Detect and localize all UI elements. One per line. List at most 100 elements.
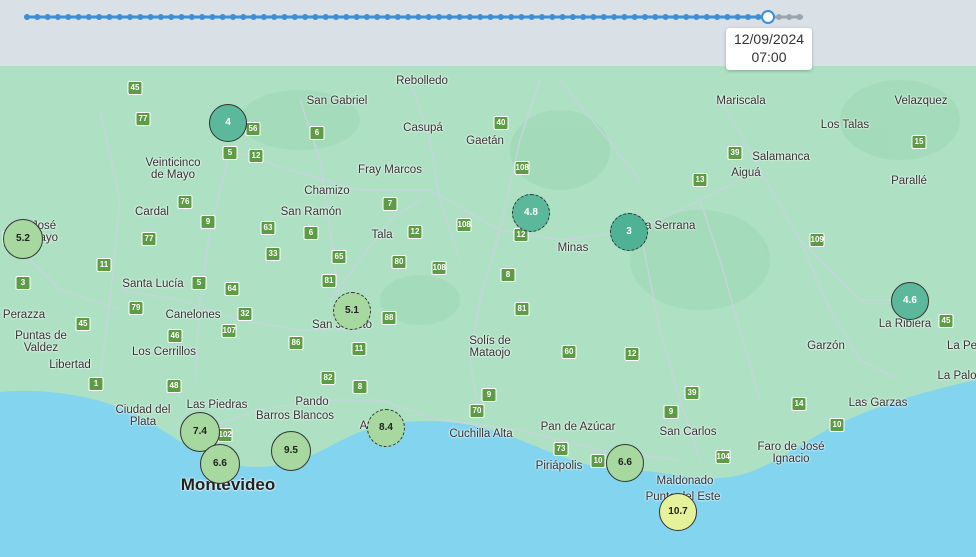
timeline-tick[interactable]	[714, 14, 721, 20]
route-shield: 5	[191, 276, 207, 290]
timeline-tick[interactable]	[456, 14, 463, 20]
timeline-tick[interactable]	[271, 14, 278, 20]
timeline-tick[interactable]	[693, 14, 700, 20]
timeline-tick[interactable]	[745, 14, 751, 20]
timeline-tick[interactable]	[199, 14, 206, 20]
timeline-tick[interactable]	[600, 14, 607, 20]
data-marker[interactable]: 5.1	[333, 292, 371, 330]
timeline-tick[interactable]	[734, 14, 741, 20]
timeline-tick[interactable]	[539, 14, 545, 20]
data-marker[interactable]: 4.6	[891, 282, 929, 320]
timeline-tick[interactable]	[65, 14, 72, 20]
timeline-tick[interactable]	[425, 14, 432, 20]
data-marker[interactable]: 3	[610, 213, 648, 251]
timeline-tick[interactable]	[168, 14, 175, 20]
timeline-tick[interactable]	[642, 14, 648, 20]
timeline-tick[interactable]	[384, 14, 391, 20]
data-marker[interactable]: 4.8	[512, 194, 550, 232]
timeline-tick[interactable]	[796, 14, 803, 20]
timeline-tick[interactable]	[518, 14, 525, 20]
timeline-tick[interactable]	[85, 14, 92, 20]
timeline-tick[interactable]	[672, 14, 679, 20]
timeline-tick[interactable]	[477, 14, 484, 20]
timeline-tick[interactable]	[312, 14, 319, 20]
timeline-tick[interactable]	[137, 14, 144, 20]
timeline-tick[interactable]	[240, 14, 247, 20]
route-shield: 3	[15, 276, 31, 290]
timeline-tick[interactable]	[54, 14, 61, 20]
timeline-tick[interactable]	[621, 14, 628, 20]
timeline-tick[interactable]	[116, 14, 123, 20]
timeline-tick[interactable]	[497, 14, 504, 20]
timeline-tick[interactable]	[466, 14, 473, 20]
place-label: Minas	[557, 242, 589, 254]
timeline-tick[interactable]	[786, 14, 793, 20]
place-label: La Pe	[946, 340, 976, 352]
timeline-tick[interactable]	[44, 14, 51, 20]
data-marker[interactable]: 8.4	[367, 409, 405, 447]
route-shield: 15	[911, 135, 927, 149]
timeline-tick[interactable]	[703, 14, 710, 20]
timeline-tick[interactable]	[96, 14, 103, 20]
place-label: Perazza	[2, 309, 46, 321]
timeline-tick[interactable]	[250, 14, 257, 20]
timeline-tick[interactable]	[75, 14, 82, 20]
timeline-tick[interactable]	[343, 14, 350, 20]
timeline-slider[interactable]	[0, 0, 976, 66]
place-label: Canelones	[165, 309, 221, 321]
timeline-tick[interactable]	[559, 14, 566, 20]
timeline-handle[interactable]	[761, 10, 775, 24]
timeline-tick[interactable]	[127, 14, 133, 20]
timeline-bar	[0, 0, 976, 66]
timeline-tick[interactable]	[363, 14, 370, 20]
place-label: Los Cerrillos	[132, 346, 196, 358]
timeline-tick[interactable]	[188, 14, 195, 20]
timeline-tick[interactable]	[230, 14, 236, 20]
timeline-tick[interactable]	[569, 14, 576, 20]
timeline-tick[interactable]	[528, 14, 535, 20]
timeline-tick[interactable]	[683, 14, 690, 20]
timeline-tick[interactable]	[662, 14, 669, 20]
data-marker[interactable]: 6.6	[200, 444, 240, 484]
timeline-tick[interactable]	[374, 14, 381, 20]
timeline-tick[interactable]	[580, 14, 587, 20]
timeline-tick[interactable]	[322, 14, 329, 20]
timeline-tick[interactable]	[219, 14, 226, 20]
timeline-tick[interactable]	[281, 14, 288, 20]
timeline-tick[interactable]	[157, 14, 164, 20]
timeline-tick[interactable]	[611, 14, 618, 20]
timeline-tick[interactable]	[209, 14, 216, 20]
timeline-tick[interactable]	[178, 14, 185, 20]
data-marker[interactable]: 9.5	[271, 431, 311, 471]
data-marker[interactable]: 6.6	[606, 444, 644, 482]
timeline-tick[interactable]	[590, 14, 597, 20]
data-marker[interactable]: 10.7	[659, 493, 697, 531]
data-marker[interactable]: 5.2	[3, 219, 43, 259]
timeline-tick[interactable]	[724, 14, 731, 20]
timeline-tick[interactable]	[353, 14, 360, 20]
timeline-tick[interactable]	[394, 14, 401, 20]
timeline-tick[interactable]	[549, 14, 556, 20]
timeline-tick[interactable]	[405, 14, 412, 20]
route-shield: 39	[727, 146, 743, 160]
timeline-tick[interactable]	[631, 14, 638, 20]
timeline-tick[interactable]	[291, 14, 298, 20]
timeline-tick[interactable]	[487, 14, 494, 20]
timeline-tick[interactable]	[260, 14, 267, 20]
timeline-tick[interactable]	[755, 14, 762, 20]
timeline-tick[interactable]	[24, 14, 30, 20]
data-marker[interactable]: 4	[209, 104, 247, 142]
timeline-tick[interactable]	[34, 14, 41, 20]
timeline-tick[interactable]	[446, 14, 453, 20]
route-shield: 48	[166, 379, 182, 393]
timeline-tick[interactable]	[147, 14, 154, 20]
timeline-tick[interactable]	[775, 14, 782, 20]
timeline-tick[interactable]	[302, 14, 309, 20]
timeline-tooltip: 12/09/2024 07:00	[726, 28, 812, 70]
timeline-tick[interactable]	[652, 14, 659, 20]
timeline-tick[interactable]	[333, 14, 339, 20]
timeline-tick[interactable]	[436, 14, 442, 20]
timeline-tick[interactable]	[415, 14, 422, 20]
timeline-tick[interactable]	[106, 14, 113, 20]
timeline-tick[interactable]	[508, 14, 515, 20]
